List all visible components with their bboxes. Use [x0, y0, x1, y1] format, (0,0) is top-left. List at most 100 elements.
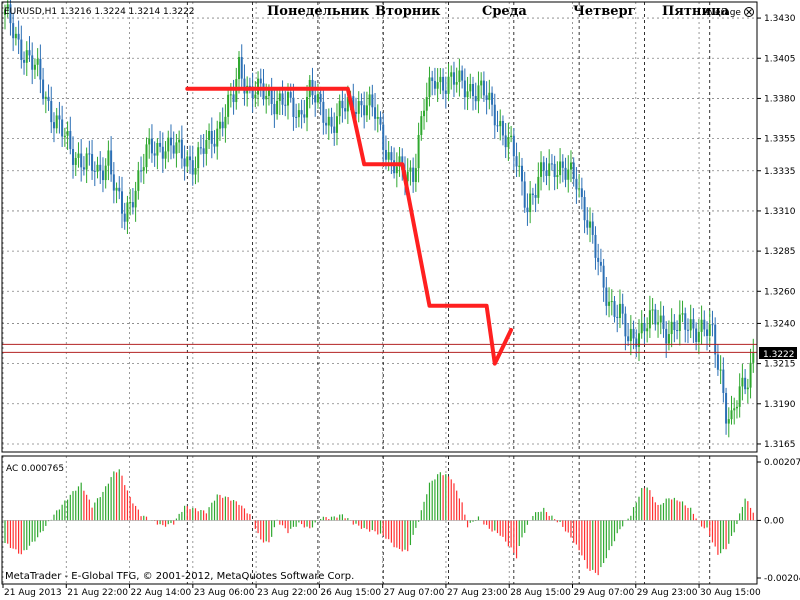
candle [96, 156, 99, 179]
candle [248, 77, 251, 94]
candle [17, 20, 20, 54]
candle-body [330, 116, 333, 127]
candle [722, 357, 725, 403]
candle [741, 363, 744, 401]
candle [42, 67, 45, 105]
candle [221, 107, 224, 137]
candle [684, 307, 687, 343]
candle-body [575, 178, 578, 190]
candle-body [741, 377, 744, 387]
candle-body [243, 78, 246, 94]
candle-body [436, 82, 439, 89]
candle [681, 300, 684, 323]
candle-body [150, 138, 153, 154]
candle-body [608, 301, 611, 306]
candle-body [172, 145, 175, 154]
candle-body [425, 97, 428, 111]
candle-body [63, 135, 66, 137]
candle-body [752, 351, 755, 363]
candle [216, 120, 219, 160]
candle-body [646, 328, 649, 332]
candle [115, 182, 118, 204]
candle-body [281, 93, 284, 105]
candle-body [482, 80, 485, 96]
candle-body [393, 160, 396, 174]
candle [12, 12, 15, 52]
indicator-close-icon[interactable] [744, 7, 754, 17]
candle-body [126, 202, 129, 222]
candle-body [686, 329, 689, 331]
candle [357, 91, 360, 123]
candle-body [218, 121, 221, 129]
candle-body [537, 176, 540, 198]
candle-body [297, 110, 300, 118]
candle-body [580, 188, 583, 198]
candle [621, 293, 624, 325]
candle-body [306, 96, 309, 118]
candle-body [39, 58, 42, 80]
candle-body [77, 153, 80, 158]
candle-body [520, 165, 523, 182]
candle-body [466, 91, 469, 98]
candle-body [659, 315, 662, 323]
candle-body [725, 392, 728, 424]
candle [61, 105, 64, 147]
candle-body [545, 170, 548, 176]
candle-body [716, 354, 719, 370]
candle-body [542, 162, 545, 171]
candle-body [134, 190, 137, 208]
candle [69, 116, 72, 155]
candle [110, 136, 113, 182]
price-chart[interactable]: 1.3430 1.3405 1.3380 1.3355 1.3335 1.3310 1.32… [0, 0, 800, 600]
candle [423, 98, 426, 130]
candle-body [338, 100, 341, 117]
candle [379, 111, 382, 131]
candle-body [564, 167, 567, 180]
candle [706, 321, 709, 351]
ac-tick-label: -0.00204 [764, 574, 800, 584]
candle-body [101, 170, 104, 181]
candle [474, 82, 477, 110]
candle [137, 161, 140, 200]
candle-body [673, 321, 676, 331]
ac-tick-label: 0.00207 [764, 458, 800, 468]
candle [25, 41, 28, 77]
candle [14, 26, 17, 46]
candle [531, 187, 534, 205]
candle-body [730, 410, 733, 420]
candle [197, 141, 200, 183]
candle [371, 84, 374, 117]
candle [227, 88, 230, 125]
candle [444, 76, 447, 109]
candle-body [276, 100, 279, 115]
price-axis: 1.3430 1.3405 1.3380 1.3355 1.3335 1.3310 1.32… [757, 14, 796, 450]
candle [708, 310, 711, 345]
time-tick-label: 23 Aug 06:00 [194, 588, 255, 598]
candle [284, 90, 287, 117]
candle-body [540, 162, 543, 177]
candle [278, 86, 281, 116]
candle-body [333, 126, 336, 133]
ac-grid [2, 456, 711, 584]
candle-body [371, 94, 374, 108]
candle [719, 355, 722, 385]
time-tick-label: 30 Aug 15:00 [700, 588, 761, 598]
ac-window-border [1, 455, 758, 585]
main-window-border [1, 1, 758, 453]
candle-body [711, 324, 714, 326]
candle-body [651, 309, 654, 311]
candle-body [17, 33, 20, 40]
candle-body [561, 161, 564, 168]
candle-body [706, 329, 709, 336]
candle [180, 125, 183, 169]
candle [613, 296, 616, 323]
candle-body [229, 94, 232, 96]
candle [243, 64, 246, 106]
candle [640, 310, 643, 339]
candle [695, 322, 698, 351]
candle [58, 101, 61, 134]
candle [659, 301, 662, 335]
candle-body [452, 72, 455, 85]
candle-body [257, 78, 260, 95]
candle [746, 378, 749, 404]
